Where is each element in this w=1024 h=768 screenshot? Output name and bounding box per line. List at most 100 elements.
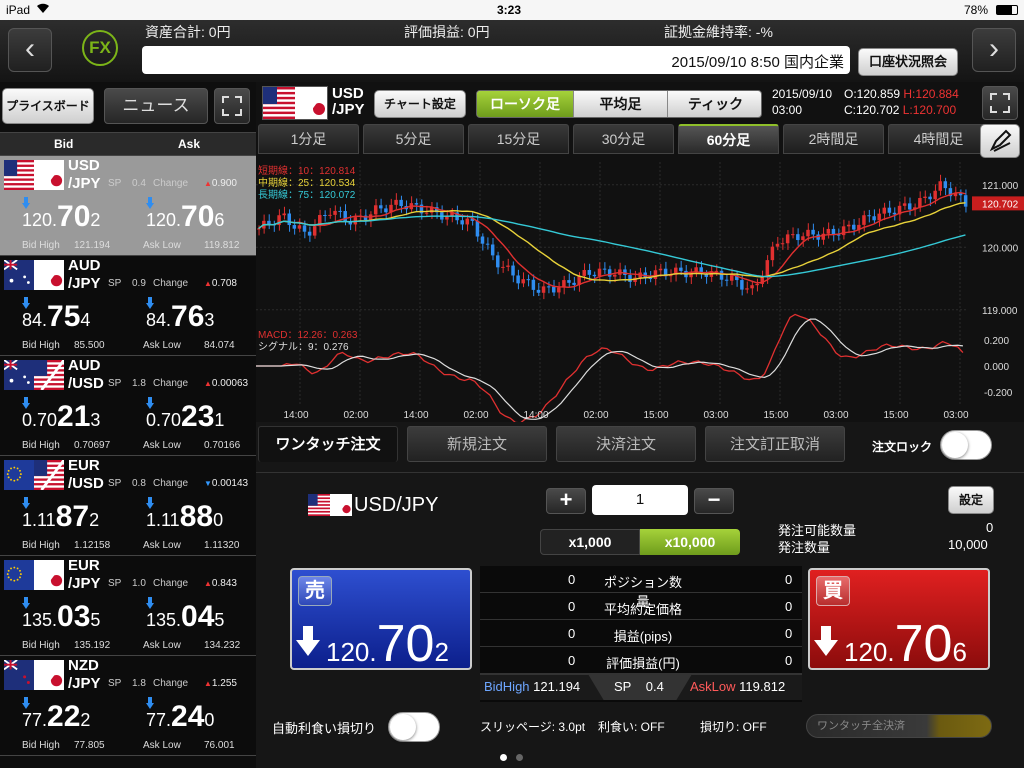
timeframe-tab[interactable]: 15分足 xyxy=(468,124,569,154)
candle xyxy=(831,228,836,235)
price-row-usd-jpy[interactable]: USD/JPY SP 0.4 Change ▲0.900 120.702 120.706 Bi… xyxy=(0,156,256,256)
candle xyxy=(531,279,536,290)
bid-price[interactable]: 84.754 xyxy=(22,300,90,334)
tick-option[interactable]: ティック xyxy=(667,91,761,117)
candle xyxy=(511,265,515,276)
multiplier-1000[interactable]: x1,000 xyxy=(540,529,640,555)
position-table: 0 ポジション数量 0 0 平均約定価格 0 0 損益(pips) 0 0 評価損益(円) 0 Bid… xyxy=(480,566,802,702)
candle xyxy=(572,282,576,285)
ask-price[interactable]: 120.706 xyxy=(146,200,224,234)
time-tick-label: 14:00 xyxy=(283,410,308,421)
price-row-aud-usd[interactable]: AUD/USD SP 1.8 Change ▲0.00063 0.70213 0.70231… xyxy=(0,356,256,456)
order-tab[interactable]: 決済注文 xyxy=(556,426,696,462)
ask-low: 76.001 xyxy=(204,740,235,751)
ask-price[interactable]: 1.11880 xyxy=(146,500,223,534)
price-row-nzd-jpy[interactable]: NZD/JPY SP 1.8 Change ▲1.255 77.222 77.240 Bid … xyxy=(0,656,256,756)
news-ticker[interactable]: 2015/09/10 8:50 国内企業 xyxy=(142,46,850,74)
expand-icon xyxy=(222,96,242,116)
order-tab[interactable]: ワンタッチ注文 xyxy=(258,426,398,462)
timeframe-tab[interactable]: 1分足 xyxy=(258,124,359,154)
candle xyxy=(399,199,403,207)
buy-label: 買 xyxy=(816,576,850,606)
bid-price[interactable]: 77.222 xyxy=(22,700,90,734)
page-dot[interactable] xyxy=(516,754,523,761)
candle xyxy=(785,234,790,244)
change-label: Change xyxy=(153,278,189,289)
settings-button[interactable]: 設定 xyxy=(948,486,994,514)
candle xyxy=(770,246,775,261)
back-button[interactable]: ‹ xyxy=(8,28,52,72)
ask-low: 84.074 xyxy=(204,340,235,351)
time-tick-label: 03:00 xyxy=(943,410,968,421)
change-direction-icon: ▲ xyxy=(204,379,212,388)
candlestick-option[interactable]: ローソク足 xyxy=(477,91,573,117)
timeframe-tab[interactable]: 4時間足 xyxy=(888,124,989,154)
price-row-eur-usd[interactable]: EUR/USD SP 0.8 Change ▼0.00143 1.11872 1.11880… xyxy=(0,456,256,556)
spread: 1.0 xyxy=(132,578,146,589)
buy-button[interactable]: 買 120.706 xyxy=(808,568,990,673)
bid-price[interactable]: 120.702 xyxy=(22,200,100,234)
ask-price[interactable]: 84.763 xyxy=(146,300,214,334)
candle xyxy=(811,229,815,235)
order-tab[interactable]: 注文訂正取消 xyxy=(705,426,845,462)
candle xyxy=(292,225,297,229)
chart-settings-button[interactable]: チャート設定 xyxy=(374,90,466,118)
battery-level: 78% xyxy=(964,3,989,17)
expand-button[interactable] xyxy=(214,88,250,124)
qty-plus-button[interactable]: + xyxy=(546,488,586,514)
price-row-aud-jpy[interactable]: AUD/JPY SP 0.9 Change ▲0.708 84.754 84.763 Bid … xyxy=(0,256,256,356)
pair-base: EUR xyxy=(68,457,100,474)
heikin-ashi-option[interactable]: 平均足 xyxy=(573,91,667,117)
current-price-label: 120.702 xyxy=(982,199,1019,210)
forward-button[interactable]: › xyxy=(972,28,1016,72)
auto-tp-sl-toggle[interactable] xyxy=(388,712,440,742)
quantity-input[interactable]: 1 xyxy=(592,485,688,515)
page-dot-active[interactable] xyxy=(500,754,507,761)
take-profit-status: 利食い: OFF xyxy=(598,720,665,734)
change-label: Change xyxy=(153,478,189,489)
ask-price[interactable]: 0.70231 xyxy=(146,400,224,434)
change-value: ▼0.00143 xyxy=(204,478,249,489)
timeframe-tab[interactable]: 5分足 xyxy=(363,124,464,154)
total-assets: 資産合計: 0円 xyxy=(145,24,231,40)
chart-area: USD/JPY チャート設定 ローソク足 平均足 ティック 2015/09/10… xyxy=(256,82,1024,422)
spread: 1.8 xyxy=(132,378,146,389)
bid-high-label: Bid High xyxy=(22,440,60,451)
candle xyxy=(907,203,912,210)
ask-low: 134.232 xyxy=(204,640,241,651)
draw-tool-button[interactable] xyxy=(980,124,1020,158)
pair-quote: /JPY xyxy=(68,675,101,692)
down-arrow-icon xyxy=(814,626,838,656)
close-all-slider[interactable]: ワンタッチ全決済 xyxy=(806,714,992,738)
timeframe-tab[interactable]: 60分足 xyxy=(678,124,779,154)
chart-expand-button[interactable] xyxy=(982,86,1018,120)
candle xyxy=(862,215,866,225)
bid-price[interactable]: 135.035 xyxy=(22,600,100,634)
price-tick-label: 120.000 xyxy=(982,243,1019,254)
sell-button[interactable]: 売 120.702 xyxy=(290,568,472,673)
bid-price[interactable]: 1.11872 xyxy=(22,500,99,534)
account-status-button[interactable]: 口座状況照会 xyxy=(858,48,958,76)
order-tab[interactable]: 新規注文 xyxy=(407,426,547,462)
tab-news[interactable]: ニュース xyxy=(104,88,208,124)
ask-price[interactable]: 135.045 xyxy=(146,600,224,634)
bid-price[interactable]: 0.70213 xyxy=(22,400,100,434)
timeframe-tab[interactable]: 30分足 xyxy=(573,124,674,154)
tab-price-board[interactable]: プライスボード xyxy=(2,88,94,124)
price-row-eur-jpy[interactable]: EUR/JPY SP 1.0 Change ▲0.843 135.035 135.045 Bi… xyxy=(0,556,256,656)
bid-high: 121.194 xyxy=(74,240,111,251)
candle xyxy=(526,279,531,281)
price-chart[interactable]: 短期線：10：120.814中期線：25：120.534長期線：75：120.0… xyxy=(256,162,1024,422)
multiplier-10000[interactable]: x10,000 xyxy=(640,529,740,555)
currency-flag-icon xyxy=(4,460,64,490)
ask-low-label: Ask Low xyxy=(143,440,181,451)
timeframe-tab[interactable]: 2時間足 xyxy=(783,124,884,154)
candle xyxy=(297,225,302,229)
candle xyxy=(521,279,525,284)
ask-price[interactable]: 77.240 xyxy=(146,700,214,734)
spread-label: SP xyxy=(108,178,122,189)
time-tick-label: 03:00 xyxy=(823,410,848,421)
qty-minus-button[interactable]: − xyxy=(694,488,734,514)
candle xyxy=(607,269,612,277)
order-lock-toggle[interactable] xyxy=(940,430,992,460)
